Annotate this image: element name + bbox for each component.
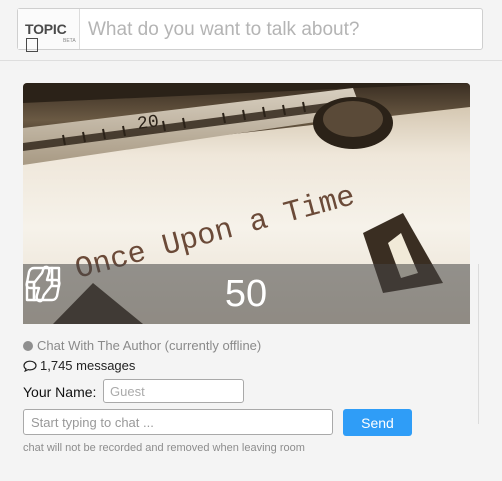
logo-b-icon xyxy=(26,38,38,52)
chat-input[interactable] xyxy=(23,409,333,435)
chat-status: Chat With The Author (currently offline) xyxy=(23,338,261,353)
header-bar: TOPIC BETA xyxy=(0,0,502,61)
thumbs-down-icon[interactable] xyxy=(23,264,63,304)
topic-image[interactable]: 20 Once Upon a Time 50 xyxy=(23,83,470,324)
message-count: 1,745 messages xyxy=(23,358,135,373)
logo-text: TOPIC xyxy=(25,21,67,37)
name-input[interactable] xyxy=(103,379,244,403)
logo-beta-label: BETA xyxy=(63,38,76,44)
vote-bar: 50 xyxy=(23,264,470,324)
send-button[interactable]: Send xyxy=(343,409,412,436)
speech-bubble-icon xyxy=(23,360,37,372)
message-count-text: 1,745 messages xyxy=(40,358,136,373)
chat-status-text: Chat With The Author (currently offline) xyxy=(37,338,262,353)
search-input[interactable] xyxy=(86,9,480,51)
name-label: Your Name: xyxy=(23,384,97,400)
chat-disclaimer: chat will not be recorded and removed wh… xyxy=(23,442,305,454)
topicb-logo[interactable]: TOPIC BETA xyxy=(18,9,80,52)
card-divider xyxy=(478,264,479,424)
scale-number: 20 xyxy=(136,112,160,135)
search-bar: TOPIC BETA xyxy=(17,8,483,52)
vote-count: 50 xyxy=(224,273,268,315)
offline-status-icon xyxy=(23,341,33,351)
